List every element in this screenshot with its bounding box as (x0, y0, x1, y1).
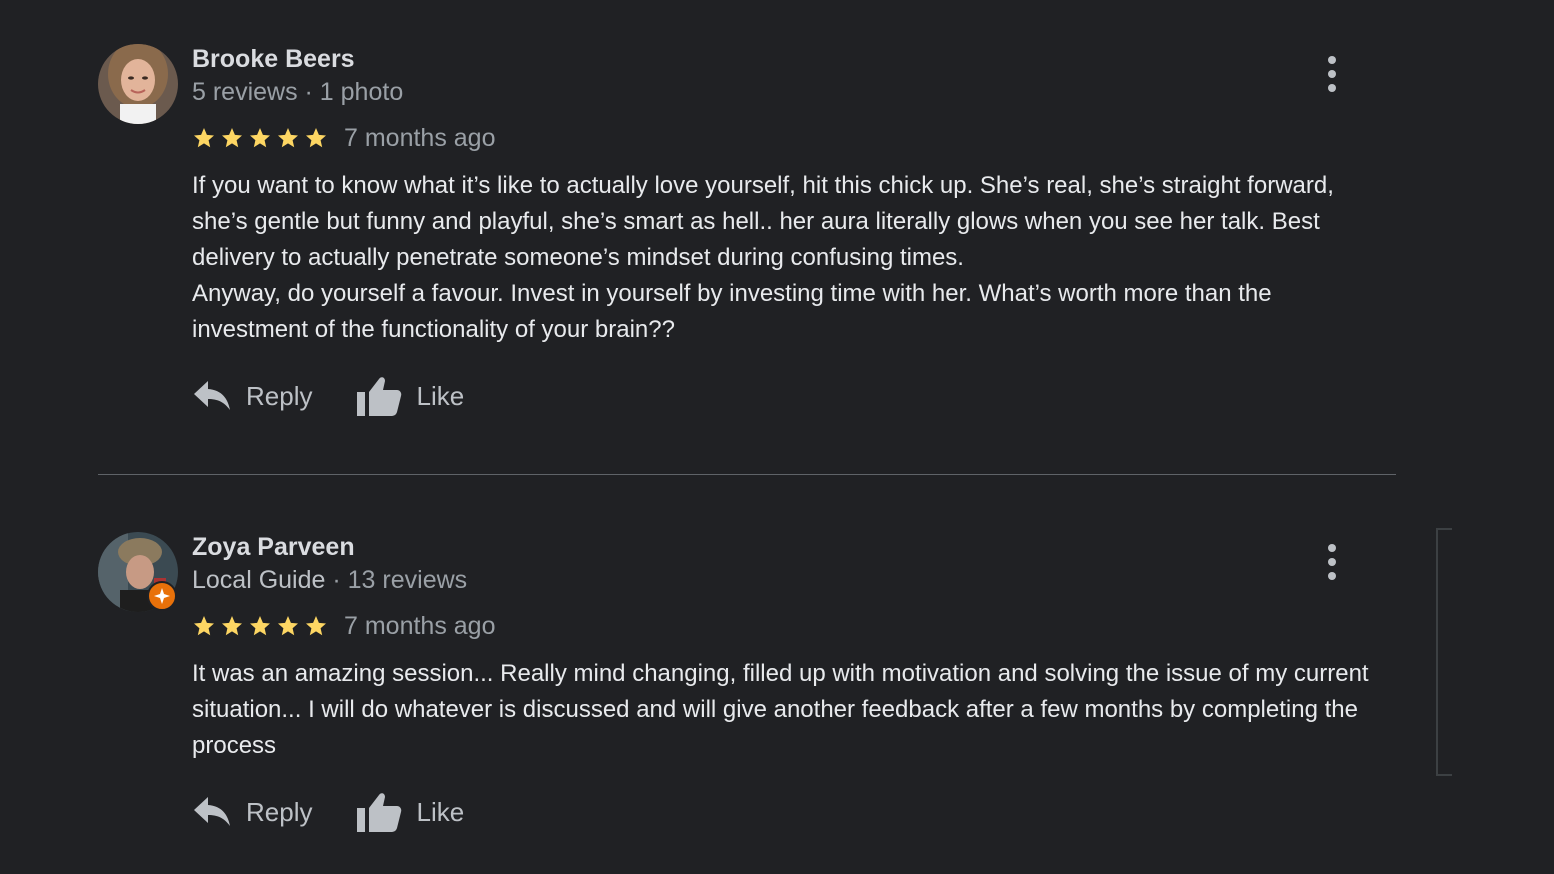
star-icon (250, 128, 270, 148)
star-icon (250, 616, 270, 636)
more-vert-dot (1328, 84, 1336, 92)
star-rating (192, 126, 328, 150)
like-label: Like (416, 380, 465, 411)
local-guide-badge-icon (147, 581, 177, 611)
review-text: It was an amazing session... Really mind… (192, 660, 1369, 759)
review-date: 7 months ago (344, 611, 496, 640)
review-actions: Reply Like (192, 792, 1392, 832)
review-body: Zoya Parveen Local Guide · 13 reviews 7 … (192, 532, 1392, 832)
star-icon (222, 616, 242, 636)
reviewer-avatar[interactable] (98, 532, 178, 612)
reviewer-meta: Local Guide · 13 reviews (192, 564, 1392, 598)
more-vert-dot (1328, 70, 1336, 78)
star-icon (222, 128, 242, 148)
reviewer-name[interactable]: Brooke Beers (192, 44, 1392, 76)
review-actions: Reply Like (192, 376, 1392, 416)
rating-row: 7 months ago (192, 122, 1392, 154)
star-icon (278, 616, 298, 636)
more-options-button[interactable] (1320, 56, 1344, 92)
like-button[interactable]: Like (356, 375, 464, 417)
reviewer-review-count: · 13 reviews (325, 566, 468, 594)
like-button[interactable]: Like (356, 791, 464, 833)
star-icon (306, 128, 326, 148)
rating-row: 7 months ago (192, 610, 1392, 642)
star-icon (194, 616, 214, 636)
reviews-page: Brooke Beers 5 reviews · 1 photo 7 month… (0, 0, 1554, 874)
reply-button[interactable]: Reply (192, 795, 312, 829)
review-date: 7 months ago (344, 123, 496, 152)
reviewer-name[interactable]: Zoya Parveen (192, 532, 1392, 564)
reply-label: Reply (246, 380, 313, 411)
more-vert-icon (1328, 56, 1336, 64)
more-vert-icon (1328, 544, 1336, 552)
thumbs-up-icon (357, 793, 402, 832)
review-body: Brooke Beers 5 reviews · 1 photo 7 month… (192, 44, 1392, 416)
reply-label: Reply (246, 796, 313, 827)
star-icon (278, 128, 298, 148)
reply-icon (194, 797, 230, 826)
thumbs-up-icon (357, 377, 402, 416)
like-label: Like (416, 796, 465, 827)
reply-button[interactable]: Reply (192, 379, 312, 413)
local-guide-label: Local Guide (192, 566, 326, 594)
more-options-button[interactable] (1320, 544, 1344, 580)
review-divider (98, 474, 1396, 475)
scrollbar-track[interactable] (1436, 528, 1452, 776)
reviewer-avatar[interactable] (98, 44, 178, 124)
review-text: If you want to know what it’s like to ac… (192, 172, 1334, 343)
star-icon (194, 128, 214, 148)
more-vert-dot (1328, 558, 1336, 566)
more-vert-dot (1328, 572, 1336, 580)
star-icon (306, 616, 326, 636)
reply-icon (194, 381, 230, 410)
star-rating (192, 614, 328, 638)
reviewer-meta: 5 reviews · 1 photo (192, 78, 404, 106)
